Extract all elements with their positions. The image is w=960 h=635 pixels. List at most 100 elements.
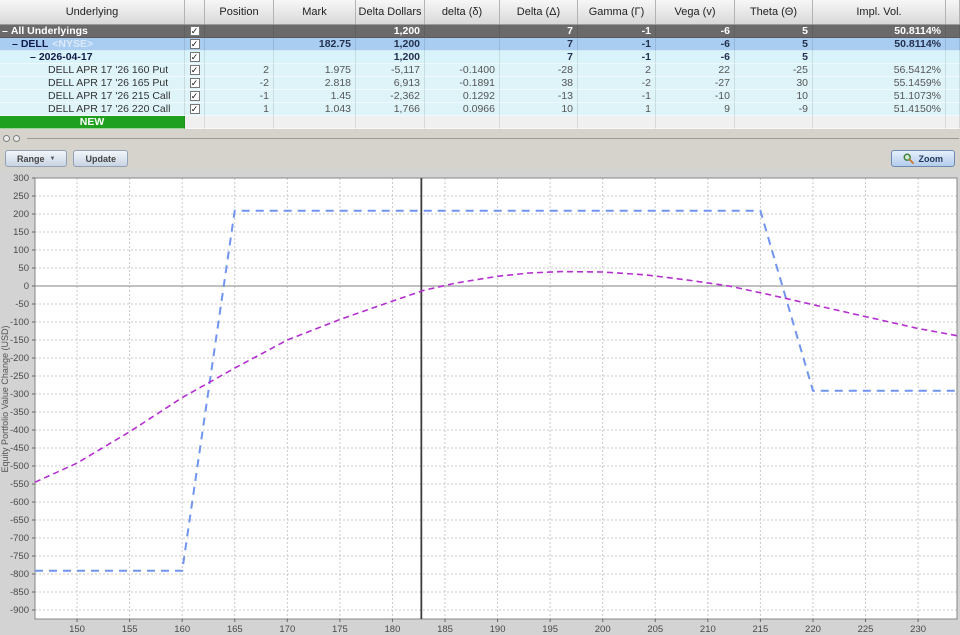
column-header-delta-small[interactable]: delta (δ) [425,0,500,24]
range-button[interactable]: Range ▼ [5,150,68,167]
x-tick-label: 160 [174,624,190,635]
update-button[interactable]: Update [73,150,128,167]
cell-theta: 10 [735,90,813,103]
table-header: Underlying Position Mark Delta Dollars delta… [0,0,960,25]
cell-impl-vol: 55.1459% [813,77,946,90]
table-row[interactable]: –2026-04-17 ✓ 1,200 7 -1 -6 5 [0,51,960,64]
cell-vega [656,116,735,129]
cell-vega: -27 [656,77,735,90]
underlying-cell: DELL APR 17 '26 165 Put [0,77,185,90]
zoom-button-label: Zoom [918,153,944,164]
column-header-underlying[interactable]: Underlying [0,0,185,24]
cell-gamma: 2 [578,64,656,77]
y-tick-label: -450 [10,443,29,454]
zoom-button[interactable]: Zoom [890,150,955,167]
new-position-row[interactable]: NEW [0,116,960,129]
update-button-label: Update [85,153,116,164]
cell-position: 1 [205,103,274,116]
table-row[interactable]: – DELL <NYSE> ✓ 182.75 1,200 7 -1 -6 5 50.8114% [0,38,960,51]
row-checkbox[interactable]: ✓ [189,26,200,36]
column-header-mark[interactable]: Mark [274,0,356,24]
row-checkbox[interactable]: ✓ [189,104,200,114]
column-header-delta[interactable]: Delta (Δ) [500,0,578,24]
cell-mark: 2.818 [274,77,356,90]
row-checkbox[interactable]: ✓ [189,65,200,75]
row-checkbox[interactable]: ✓ [189,91,200,101]
column-header-checkbox[interactable] [185,0,205,24]
underlying-cell: DELL APR 17 '26 160 Put [0,64,185,77]
cell-mark [274,116,356,129]
table-row[interactable]: – All Underlyings ✓ 1,200 7 -1 -6 5 50.8114% [0,25,960,38]
y-tick-label: -300 [10,389,29,400]
cell-delta: 10 [500,103,578,116]
table-row[interactable]: DELL APR 17 '26 220 Call ✓ 1 1.043 1,766 0.09… [0,103,960,116]
checkbox-cell: ✓ [185,90,205,103]
positions-table: Underlying Position Mark Delta Dollars delta… [0,0,960,129]
row-checkbox[interactable]: ✓ [189,39,200,49]
x-tick-label: 200 [595,624,611,635]
panel-splitter[interactable] [0,129,960,148]
underlying-label: 2026-04-17 [38,51,93,63]
column-header-position[interactable]: Position [205,0,274,24]
cell-impl-vol [813,51,946,64]
cell-vega: -6 [656,38,735,51]
x-tick-label: 175 [332,624,348,635]
tree-collapse-icon[interactable]: – [12,38,18,50]
cell-mark: 182.75 [274,38,356,51]
exchange-label: <NYSE> [52,38,94,50]
y-tick-label: -550 [10,479,29,490]
column-header-gamma[interactable]: Gamma (Γ) [578,0,656,24]
tree-collapse-icon[interactable]: – [2,25,8,37]
splitter-line [27,138,959,139]
y-tick-label: -750 [10,551,29,562]
y-tick-label: -600 [10,497,29,508]
cell-gamma: 1 [578,103,656,116]
row-checkbox[interactable]: ✓ [189,52,200,62]
cell-position [205,51,274,64]
cell-position [205,25,274,38]
pnl-chart[interactable]: 150 155 160 165 170 175 180 185 190 195 200 205 210 2… [0,169,960,635]
cell-delta-dollars: -5,117 [356,64,425,77]
underlying-cell: – All Underlyings [0,25,185,38]
y-tick-label: -800 [10,569,29,580]
column-header-delta-dollars[interactable]: Delta Dollars [356,0,425,24]
y-tick-label: -650 [10,515,29,526]
cell-delta: 7 [500,38,578,51]
table-row[interactable]: DELL APR 17 '26 165 Put ✓ -2 2.818 6,913 -0.1… [0,77,960,90]
splitter-collapse-down-icon[interactable] [13,135,20,142]
checkbox-cell [185,116,205,129]
column-header-impl-vol[interactable]: Impl. Vol. [813,0,946,24]
y-tick-label: 150 [13,227,29,238]
row-end-spacer [946,116,960,129]
new-row-button[interactable]: NEW [0,116,185,129]
x-tick-label: 165 [227,624,243,635]
row-checkbox[interactable]: ✓ [189,78,200,88]
row-end-spacer [946,64,960,77]
tree-collapse-icon[interactable]: – [30,51,36,63]
x-tick-label: 150 [69,624,85,635]
cell-delta: 38 [500,77,578,90]
checkbox-cell: ✓ [185,64,205,77]
y-tick-label: -500 [10,461,29,472]
cell-position [205,116,274,129]
cell-delta-small [425,25,500,38]
cell-delta-dollars: 1,200 [356,51,425,64]
column-header-theta[interactable]: Theta (Θ) [735,0,813,24]
splitter-collapse-up-icon[interactable] [3,135,10,142]
cell-vega: 22 [656,64,735,77]
cell-delta-dollars: 1,766 [356,103,425,116]
x-tick-label: 190 [490,624,506,635]
cell-delta-dollars: 1,200 [356,38,425,51]
cell-theta: 5 [735,25,813,38]
table-row[interactable]: DELL APR 17 '26 160 Put ✓ 2 1.975 -5,117 -0.1… [0,64,960,77]
underlying-label: DELL APR 17 '26 220 Call [48,103,171,115]
checkbox-cell: ✓ [185,51,205,64]
table-row[interactable]: DELL APR 17 '26 215 Call ✓ -1 1.45 -2,362 0.1… [0,90,960,103]
checkbox-cell: ✓ [185,25,205,38]
y-tick-label: -400 [10,425,29,436]
cell-impl-vol: 50.8114% [813,38,946,51]
column-header-vega[interactable]: Vega (v) [656,0,735,24]
cell-position: -1 [205,90,274,103]
y-tick-label: -700 [10,533,29,544]
cell-theta [735,116,813,129]
